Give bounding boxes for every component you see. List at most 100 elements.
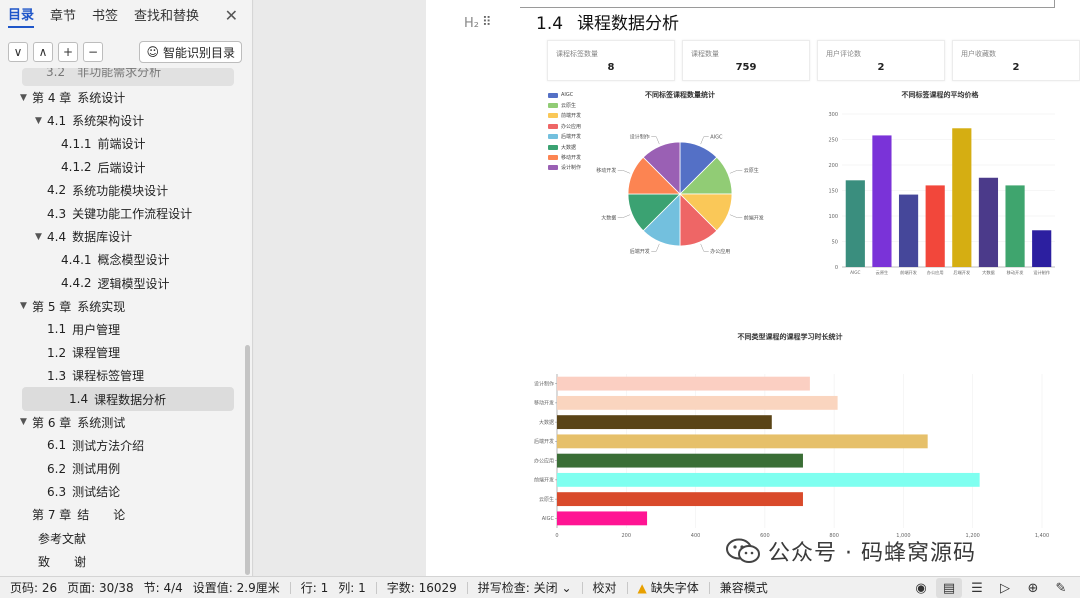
stat-card-tags: 课程标签数量 8	[547, 40, 675, 81]
collapse-all-button[interactable]: ∨	[8, 42, 28, 62]
toc-item[interactable]: 6.1 测试方法介绍	[0, 434, 242, 457]
proofread-button[interactable]: 校对	[593, 579, 617, 596]
pen-icon[interactable]: ✎	[1048, 578, 1074, 598]
toc-item[interactable]: ▼ 第 4 章系统设计	[0, 86, 242, 109]
legend-swatch	[548, 155, 558, 161]
status-page[interactable]: 页码: 26	[10, 579, 57, 596]
legend-item[interactable]: 设计制作	[548, 163, 581, 173]
eye-icon[interactable]: ◉	[908, 578, 934, 598]
legend-item[interactable]: AIGC	[548, 90, 581, 100]
bar[interactable]	[1005, 185, 1025, 267]
x-tick-label: 0	[555, 533, 558, 539]
page-margin-line-right	[1054, 0, 1055, 8]
hbar[interactable]	[557, 492, 803, 507]
y-tick-label: AIGC	[542, 516, 555, 522]
toc-item[interactable]: 4.4.1 概念模型设计	[0, 248, 242, 271]
add-heading-button[interactable]: +	[58, 42, 78, 62]
heading-level-marker[interactable]: H₂	[464, 16, 479, 31]
expand-arrow-icon[interactable]: ▼	[20, 417, 32, 427]
status-setting[interactable]: 设置值: 2.9厘米	[193, 579, 280, 596]
outline-view-icon[interactable]: ☰	[964, 578, 990, 598]
expand-arrow-icon[interactable]: ▼	[35, 232, 47, 242]
hbar[interactable]	[557, 376, 810, 391]
legend-item[interactable]: 后端开发	[548, 132, 581, 142]
status-pages[interactable]: 页面: 30/38	[67, 579, 133, 596]
missing-font-button[interactable]: ▲ 缺失字体	[638, 579, 699, 596]
tab-toc[interactable]: 目录	[8, 4, 35, 28]
expand-arrow-icon[interactable]: ▼	[20, 301, 32, 311]
hbar[interactable]	[557, 415, 772, 430]
toc-list: 3.2 非功能需求分析 ▼ 第 4 章系统设计 ▼ 4.1 系统架构设计 4.1.1 前端设…	[0, 68, 244, 576]
drag-handle-icon[interactable]: ⠿	[482, 15, 491, 30]
toc-scrollbar[interactable]	[245, 345, 250, 575]
bar[interactable]	[898, 194, 919, 267]
bar[interactable]	[925, 185, 945, 267]
status-col: 列: 1	[338, 581, 366, 595]
toc-item[interactable]: 第 7 章结 论	[0, 503, 242, 526]
hbar[interactable]	[557, 511, 648, 526]
toc-item[interactable]: 1.1 用户管理	[0, 318, 242, 341]
toc-item[interactable]: ▼ 第 5 章系统实现	[0, 295, 242, 318]
toc-item[interactable]: 致 谢	[0, 550, 242, 573]
hbar[interactable]	[557, 395, 838, 410]
toc-item[interactable]: 1.3 课程标签管理	[0, 364, 242, 387]
legend-item[interactable]: 云原生	[548, 100, 581, 110]
toc-item[interactable]: 6.2 测试用例	[0, 457, 242, 480]
stat-label: 用户收藏数	[961, 50, 996, 58]
toc-item-number: 4.4.1	[61, 252, 92, 267]
toc-item-partial[interactable]: 3.2 非功能需求分析	[22, 68, 234, 86]
globe-icon[interactable]: ⊕	[1020, 578, 1046, 598]
toc-item-number: 4.4	[47, 229, 67, 244]
x-tick-label: 大数据	[982, 269, 995, 276]
legend-item[interactable]: 大数据	[548, 142, 581, 152]
toc-item[interactable]: 4.2 系统功能模块设计	[0, 179, 242, 202]
legend-item[interactable]: 前端开发	[548, 111, 581, 121]
toc-item[interactable]: 6.3 测试结论	[0, 480, 242, 503]
bar[interactable]	[872, 135, 892, 267]
stat-card-favorites: 用户收藏数 2	[952, 40, 1080, 81]
toc-item[interactable]: 4.3 关键功能工作流程设计	[0, 202, 242, 225]
status-section[interactable]: 节: 4/4	[144, 579, 183, 596]
toc-item-number: 4.1.1	[61, 136, 92, 151]
legend-swatch	[548, 92, 558, 98]
tab-chapters[interactable]: 章节	[50, 5, 76, 27]
toc-item[interactable]: 4.1.2 后端设计	[0, 156, 242, 179]
status-bar: 页码: 26 页面: 30/38 节: 4/4 设置值: 2.9厘米 行: 1 …	[0, 576, 1080, 598]
tab-bookmarks[interactable]: 书签	[92, 5, 118, 27]
toc-item[interactable]: ▼ 4.4 数据库设计	[0, 225, 242, 248]
bar[interactable]	[1032, 230, 1052, 267]
hbar[interactable]	[557, 472, 980, 487]
pie-label-line	[729, 170, 743, 174]
spell-check-toggle[interactable]: 拼写检查: 关闭 ⌄	[478, 579, 572, 596]
legend-item[interactable]: 移动开发	[548, 152, 581, 162]
x-tick-label: 400	[691, 533, 701, 539]
page-view-icon[interactable]: ▤	[936, 578, 962, 598]
status-word-count[interactable]: 字数: 16029	[387, 579, 457, 596]
remove-heading-button[interactable]: −	[83, 42, 103, 62]
smart-toc-button[interactable]: ☺ 智能识别目录	[139, 41, 242, 63]
expand-up-button[interactable]: ∧	[33, 42, 53, 62]
toc-item-label: 系统实现	[77, 299, 126, 314]
bar[interactable]	[952, 128, 972, 267]
toc-item[interactable]: 4.4.2 逻辑模型设计	[0, 272, 242, 295]
close-icon[interactable]: ✕	[225, 6, 238, 25]
plus-icon: +	[62, 45, 74, 59]
expand-arrow-icon[interactable]: ▼	[35, 116, 47, 126]
play-icon[interactable]: ▷	[992, 578, 1018, 598]
legend-item[interactable]: 办公应用	[548, 121, 581, 131]
hbar[interactable]	[557, 434, 928, 449]
y-tick-label: 办公应用	[534, 457, 554, 464]
tab-find-replace[interactable]: 查找和替换	[134, 5, 199, 27]
toc-item[interactable]: 1.2 课程管理	[0, 341, 242, 364]
bar[interactable]	[845, 180, 865, 267]
bar[interactable]	[978, 177, 999, 267]
toc-item[interactable]: 4.1.1 前端设计	[0, 132, 242, 155]
hbar[interactable]	[557, 453, 803, 468]
toc-item[interactable]: 1.4 课程数据分析	[22, 387, 234, 411]
bar-chart: 0 50 100 150 200 250 300 AIGC 云原生 前端开发 办公应用 后端开发 大数据…	[828, 112, 1055, 276]
toc-item[interactable]: ▼ 4.1 系统架构设计	[0, 109, 242, 132]
toc-item-number: 1.2	[47, 345, 67, 360]
toc-item[interactable]: ▼ 第 6 章系统测试	[0, 411, 242, 434]
expand-arrow-icon[interactable]: ▼	[20, 93, 32, 103]
toc-item[interactable]: 参考文献	[0, 527, 242, 550]
